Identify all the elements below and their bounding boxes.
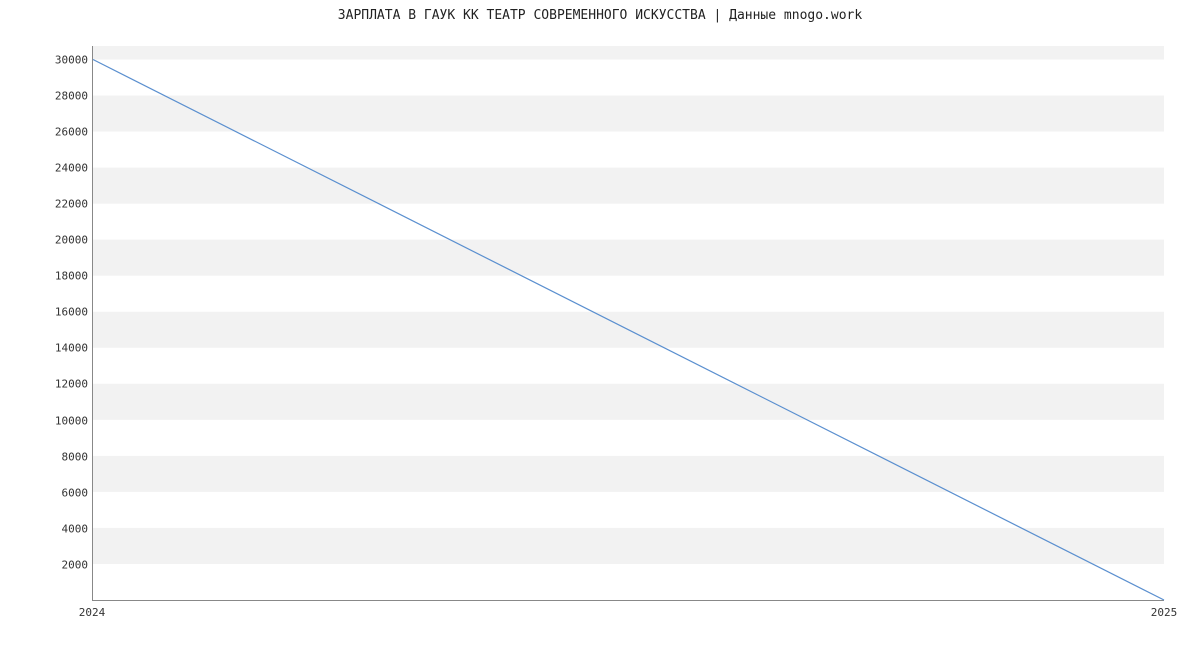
y-tick-label: 28000 [28, 89, 88, 102]
y-tick-label: 26000 [28, 125, 88, 138]
plot-area [92, 46, 1164, 601]
y-tick-label: 8000 [28, 450, 88, 463]
y-tick-label: 30000 [28, 53, 88, 66]
grid-bands [93, 46, 1164, 564]
y-tick-label: 24000 [28, 161, 88, 174]
y-tick-label: 16000 [28, 306, 88, 319]
y-tick-label: 14000 [28, 342, 88, 355]
y-tick-label: 12000 [28, 378, 88, 391]
y-tick-label: 10000 [28, 414, 88, 427]
chart-title: ЗАРПЛАТА В ГАУК КК ТЕАТР СОВРЕМЕННОГО ИС… [0, 0, 1200, 23]
y-tick-label: 18000 [28, 270, 88, 283]
y-tick-label: 2000 [28, 558, 88, 571]
y-tick-label: 4000 [28, 522, 88, 535]
y-tick-label: 22000 [28, 197, 88, 210]
chart-svg [93, 46, 1164, 600]
y-tick-label: 20000 [28, 234, 88, 247]
y-tick-label: 6000 [28, 486, 88, 499]
x-tick-label: 2025 [1151, 606, 1178, 619]
x-tick-label: 2024 [79, 606, 106, 619]
